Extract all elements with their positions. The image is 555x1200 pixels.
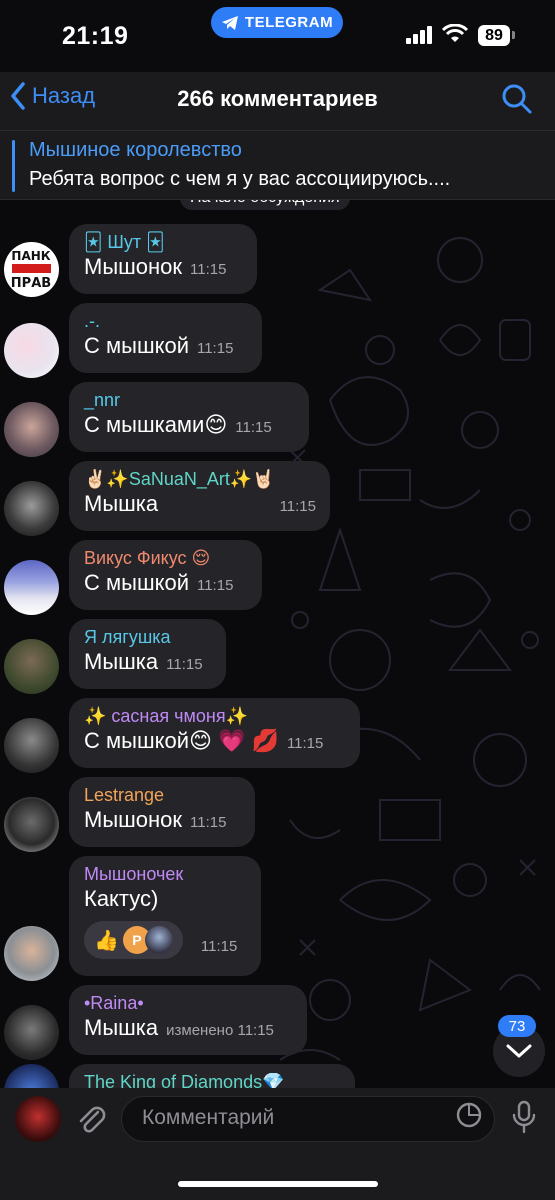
- message-bubble[interactable]: The King of Diamonds💎: [69, 1064, 355, 1088]
- reaction-pill[interactable]: 👍 P: [84, 921, 183, 959]
- message-text: С мышками😊: [84, 412, 228, 437]
- avatar[interactable]: [4, 323, 59, 378]
- reactions-row: 👍 P 11:15: [84, 921, 247, 959]
- status-bar: 21:19 TELEGRAM 89: [0, 0, 555, 72]
- message-bubble[interactable]: Lestrange Мышонок 11:15: [69, 777, 255, 847]
- message-bubble[interactable]: Викус Фикус 😌 С мышкой 11:15: [69, 540, 262, 610]
- comment-input-field[interactable]: [121, 1096, 495, 1142]
- telegram-icon: [221, 15, 238, 30]
- home-indicator: [178, 1181, 378, 1187]
- avatar-punk-icon: ПАНК ПРАВ: [11, 249, 51, 291]
- message-time: 11:15: [200, 937, 238, 955]
- send-as-avatar[interactable]: [15, 1096, 61, 1142]
- avatar[interactable]: [4, 402, 59, 457]
- sender-name[interactable]: .-.: [84, 310, 248, 332]
- message-bubble[interactable]: Мышоночек Кактус) 👍 P 11:15: [69, 856, 261, 976]
- message-text: Мышка: [84, 1015, 159, 1040]
- avatar[interactable]: [4, 797, 59, 852]
- sender-name[interactable]: Lestrange: [84, 784, 241, 806]
- message-time: 11:15: [166, 656, 203, 673]
- telegram-pill-label: TELEGRAM: [244, 14, 334, 31]
- svg-text:ПРАВ: ПРАВ: [11, 276, 51, 291]
- avatar[interactable]: [4, 718, 59, 773]
- message-text: Мышонок: [84, 807, 183, 832]
- sender-name[interactable]: _nnr: [84, 389, 295, 411]
- message-time: изменено 11:15: [166, 1022, 274, 1039]
- message-text: С мышкой😊 💗 💋: [84, 728, 279, 753]
- message-bubble[interactable]: ✨ сасная чмоня✨ С мышкой😊 💗 💋 11:15: [69, 698, 360, 768]
- page-title: 266 комментариев: [177, 86, 378, 111]
- paperclip-icon[interactable]: [74, 1102, 108, 1136]
- message-text: Мышка: [84, 649, 159, 674]
- message-bubble[interactable]: Я лягушка Мышка 11:15: [69, 619, 226, 689]
- signal-icon: [406, 26, 432, 44]
- message-time: 11:15: [235, 419, 272, 436]
- comment-input[interactable]: [140, 1105, 444, 1131]
- avatar[interactable]: ПАНК ПРАВ: [4, 242, 59, 297]
- sender-name[interactable]: Мышоночек: [84, 863, 247, 885]
- message-time: 11:15: [286, 735, 324, 752]
- message-text: Мышка: [84, 491, 159, 516]
- avatar[interactable]: [4, 560, 59, 615]
- wifi-icon: [442, 24, 468, 42]
- chat-area[interactable]: Начало обсуждения ПАНК ПРАВ 🃏 Шут 🃏 Мышо…: [0, 200, 555, 1088]
- sender-name[interactable]: ✌🏻✨SaNuaN_Art✨🤘🏻: [84, 468, 316, 490]
- avatar[interactable]: [4, 1005, 59, 1060]
- message-text: С мышкой: [84, 333, 189, 358]
- search-icon[interactable]: [500, 82, 534, 116]
- pinned-accent-bar: [12, 140, 15, 192]
- nav-bar: Назад 266 комментариев: [0, 72, 555, 130]
- message-text: Кактус): [84, 886, 159, 911]
- sticker-icon[interactable]: [456, 1102, 482, 1128]
- reactor-avatar: [144, 926, 173, 954]
- pinned-post[interactable]: Мышиное королевство Ребята вопрос с чем …: [0, 130, 555, 200]
- avatar[interactable]: [4, 481, 59, 536]
- telegram-pill[interactable]: TELEGRAM: [211, 7, 343, 38]
- svg-text:ПАНК: ПАНК: [11, 249, 50, 263]
- battery-indicator: 89: [478, 25, 510, 46]
- message-bubble[interactable]: ✌🏻✨SaNuaN_Art✨🤘🏻 Мышка 11:15: [69, 461, 330, 531]
- sender-name[interactable]: 🃏 Шут 🃏: [84, 231, 243, 253]
- message-bubble[interactable]: 🃏 Шут 🃏 Мышонок 11:15: [69, 224, 257, 294]
- sender-name[interactable]: The King of Diamonds💎: [84, 1071, 341, 1088]
- sender-name[interactable]: Я лягушка: [84, 626, 212, 648]
- battery-tip: [512, 31, 515, 39]
- message-text: Мышонок: [84, 254, 183, 279]
- avatar[interactable]: [4, 639, 59, 694]
- message-time: 11:15: [196, 340, 234, 357]
- discussion-start-label: Начало обсуждения: [180, 200, 350, 210]
- message-text: С мышкой: [84, 570, 189, 595]
- pinned-title: Мышиное королевство: [29, 139, 242, 161]
- sender-name[interactable]: ✨ сасная чмоня✨: [84, 705, 346, 727]
- message-time: 11:15: [190, 814, 227, 831]
- sender-name[interactable]: Викус Фикус 😌: [84, 547, 248, 569]
- message-time: 11:15: [196, 577, 234, 594]
- message-time: 11:15: [279, 498, 316, 515]
- message-bubble[interactable]: _nnr С мышками😊 11:15: [69, 382, 309, 452]
- unread-count-badge: 73: [498, 1015, 536, 1037]
- sender-name[interactable]: •Raina•: [84, 992, 293, 1014]
- thumbs-up-icon: 👍: [94, 929, 119, 952]
- avatar[interactable]: [4, 926, 59, 981]
- microphone-icon[interactable]: [511, 1100, 537, 1134]
- message-bubble[interactable]: •Raina• Мышка изменено 11:15: [69, 985, 307, 1055]
- composer-bar: [0, 1088, 555, 1200]
- status-time: 21:19: [62, 22, 129, 50]
- message-time: 11:15: [190, 261, 227, 278]
- message-bubble[interactable]: .-. С мышкой 11:15: [69, 303, 262, 373]
- pinned-text: Ребята вопрос с чем я у вас ассоциируюсь…: [29, 168, 451, 190]
- chevron-down-icon: [506, 1044, 532, 1058]
